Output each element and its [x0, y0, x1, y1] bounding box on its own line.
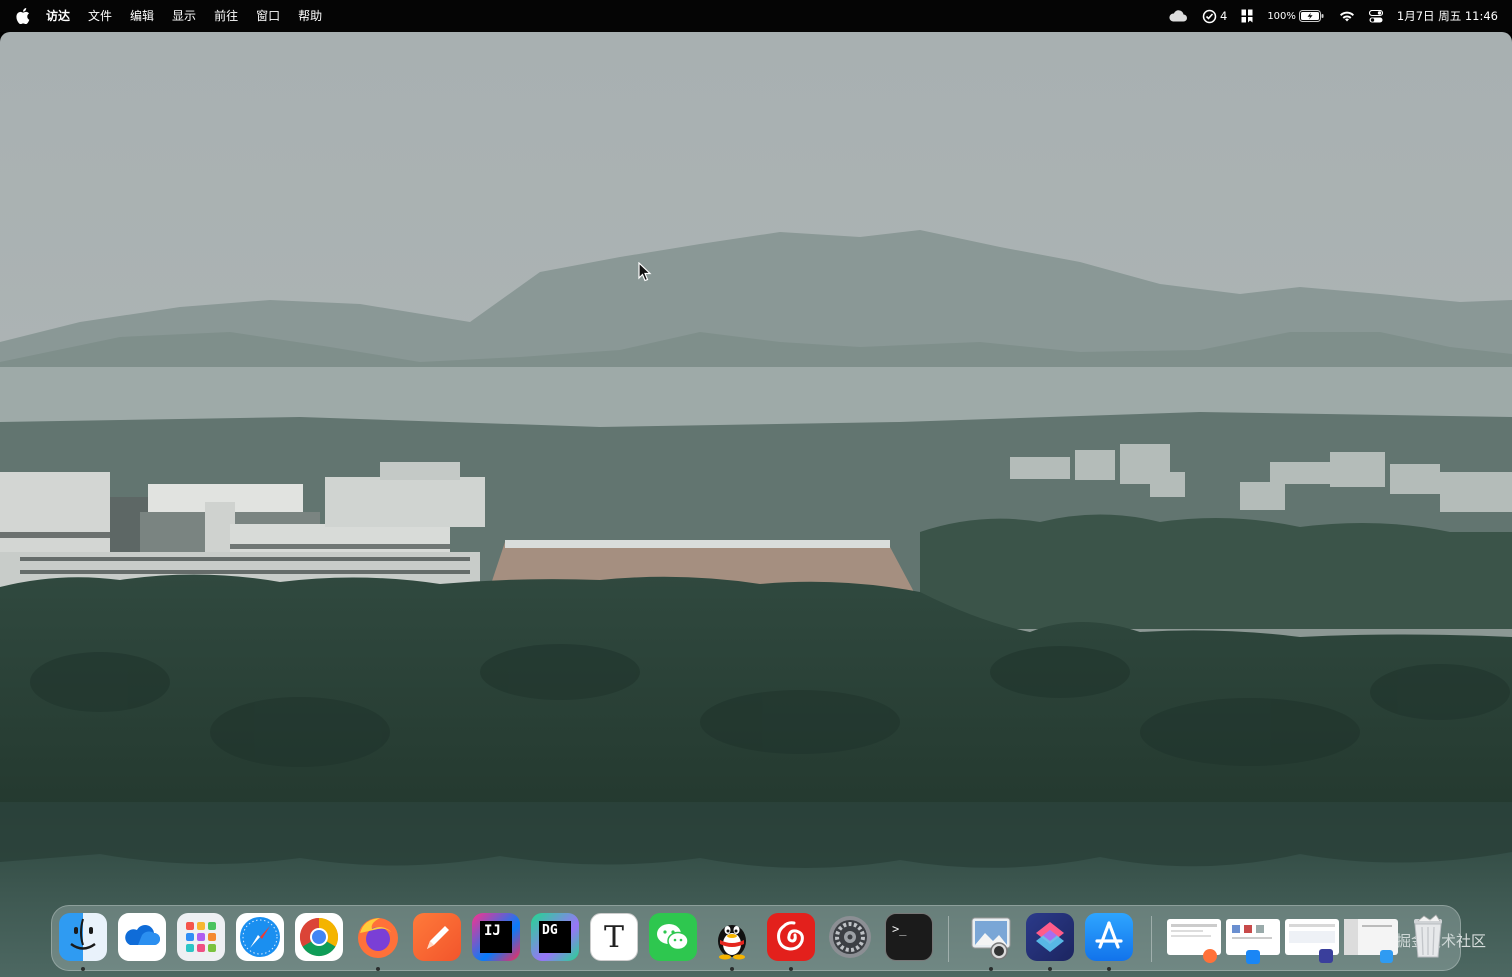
menu-bar: 访达 文件 编辑 显示 前往 窗口 帮助 4 100% 1月7日 周五 11:4… [0, 0, 1512, 32]
onedrive-icon[interactable] [118, 913, 166, 961]
minimized-window-app-store[interactable] [1226, 919, 1280, 964]
minimized-window-finder[interactable] [1344, 919, 1398, 963]
qq-icon[interactable] [708, 913, 756, 961]
firefox-running-indicator [376, 967, 380, 971]
battery-charging-icon [1298, 10, 1324, 22]
clock[interactable]: 1月7日 周五 11:46 [1397, 8, 1498, 24]
battery-status[interactable]: 100% [1267, 10, 1325, 22]
typora-icon[interactable]: T [590, 913, 638, 961]
todo-status[interactable]: 4 [1202, 9, 1227, 24]
typora-label: T [603, 919, 624, 955]
menu-edit[interactable]: 编辑 [121, 5, 163, 27]
shortcuts-badge-icon [1319, 949, 1333, 963]
safari-icon[interactable] [236, 913, 284, 961]
shortcuts-running-indicator [1048, 967, 1052, 971]
menu-go[interactable]: 前往 [205, 5, 247, 27]
finder-badge-icon [1380, 950, 1393, 963]
datagrip-icon[interactable]: DG [531, 913, 579, 961]
preview-icon[interactable] [967, 913, 1015, 961]
shortcuts-icon[interactable] [1026, 913, 1074, 961]
menu-help[interactable]: 帮助 [289, 5, 331, 27]
chrome-icon[interactable] [295, 913, 343, 961]
app-store-running-indicator [1107, 967, 1111, 971]
minimized-window-firefox[interactable] [1167, 919, 1221, 963]
control-center-icon [1368, 9, 1383, 22]
launchpad-icon[interactable] [177, 913, 225, 961]
firefox-icon[interactable] [354, 913, 402, 961]
mouse-cursor-icon [638, 262, 652, 282]
menu-window[interactable]: 窗口 [247, 5, 289, 27]
wechat-icon[interactable] [649, 913, 697, 961]
dock-separator [948, 916, 949, 962]
intellij-idea-icon[interactable]: IJ [472, 913, 520, 961]
netease-running-indicator [789, 967, 793, 971]
cloud-icon [1169, 10, 1187, 22]
wifi-icon [1339, 11, 1354, 22]
check-circle-icon [1202, 9, 1217, 23]
qq-running-indicator [730, 967, 734, 971]
todo-count: 4 [1219, 9, 1228, 23]
preview-running-indicator [989, 967, 993, 971]
app-store-icon[interactable] [1085, 913, 1133, 961]
window-grid-icon [1241, 9, 1253, 23]
system-preferences-icon[interactable] [826, 913, 874, 961]
menu-app-name[interactable]: 访达 [46, 5, 79, 27]
intellij-label: IJ [484, 923, 501, 939]
tree-band-right [920, 514, 1512, 632]
finder-icon[interactable] [59, 913, 107, 961]
desktop[interactable]: @稀土掘金技术社区 [0, 32, 1512, 977]
wallpaper [0, 32, 1512, 977]
battery-percent: 100% [1267, 10, 1296, 22]
window-tool-status[interactable] [1241, 9, 1253, 23]
apple-menu-icon[interactable] [16, 8, 30, 24]
firefox-badge-icon [1203, 949, 1217, 963]
finder-running-indicator [81, 967, 85, 971]
app-store-badge-icon [1246, 950, 1260, 964]
wifi-status[interactable] [1339, 10, 1355, 22]
netease-music-icon[interactable] [767, 913, 815, 961]
menu-file[interactable]: 文件 [79, 5, 121, 27]
terminal-label: >_ [892, 922, 907, 936]
control-center[interactable] [1368, 9, 1383, 23]
dock-separator-2 [1151, 916, 1152, 962]
trash-icon[interactable] [1404, 913, 1452, 961]
menu-view[interactable]: 显示 [163, 5, 205, 27]
minimized-window-shortcuts[interactable] [1285, 919, 1339, 963]
datagrip-label: DG [542, 923, 558, 938]
screen: 访达 文件 编辑 显示 前往 窗口 帮助 4 100% 1月7日 周五 11:4… [0, 0, 1512, 977]
dock: IJ DG T >_ [51, 905, 1461, 971]
icloud-status[interactable] [1168, 10, 1188, 22]
pen-app-icon[interactable] [413, 913, 461, 961]
terminal-icon[interactable]: >_ [885, 913, 933, 961]
